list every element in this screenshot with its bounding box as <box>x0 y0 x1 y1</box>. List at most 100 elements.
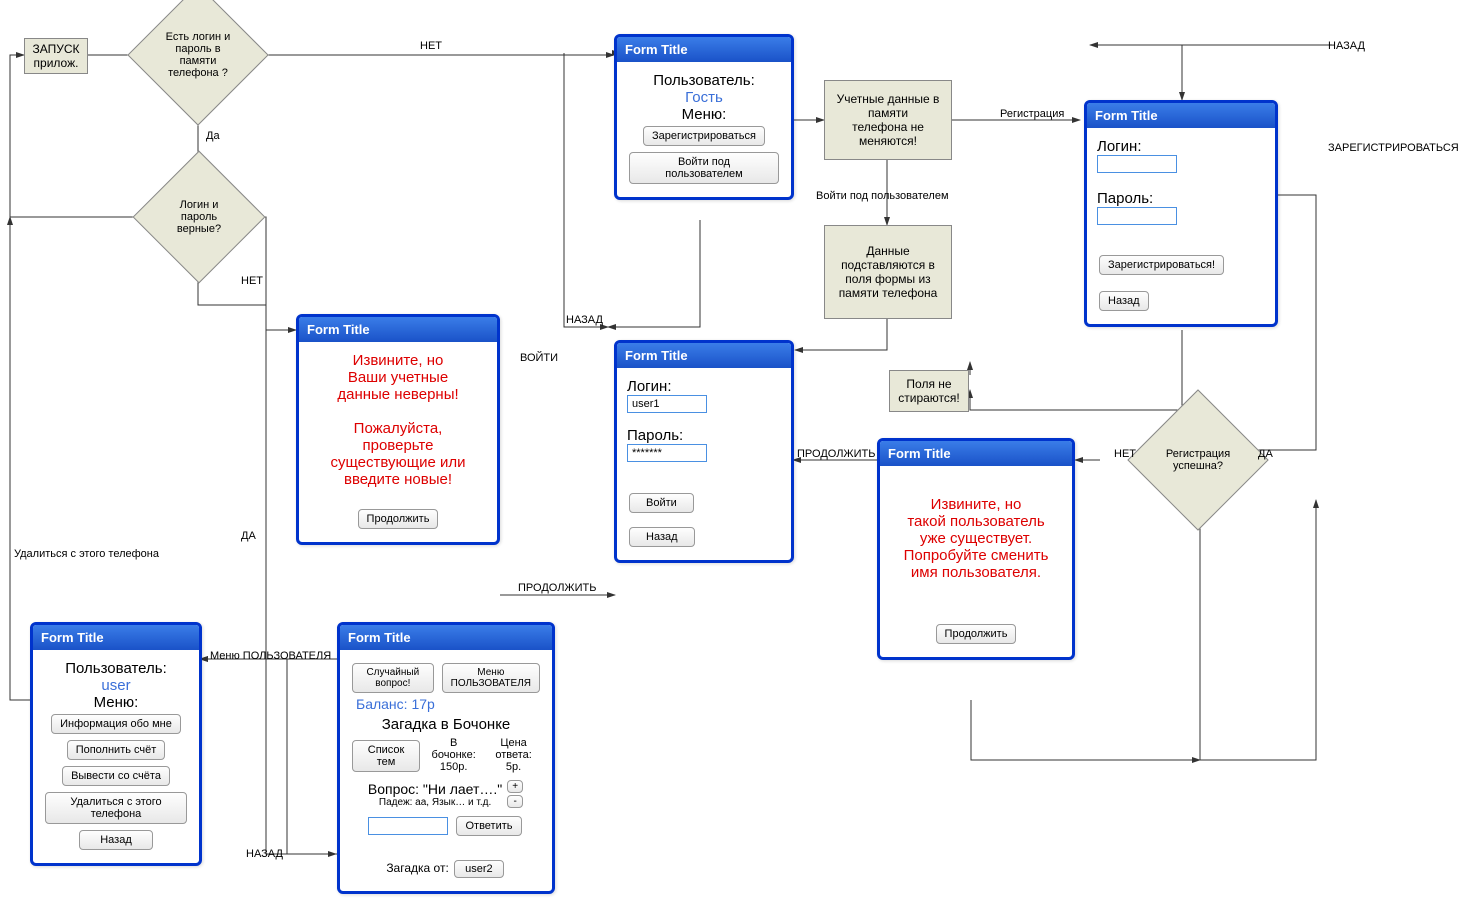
register-submit-button[interactable]: Зарегистрироваться! <box>1099 255 1224 275</box>
form-error-title: Form Title <box>299 317 497 342</box>
exists-l2: такой пользователь <box>890 513 1062 530</box>
login-back-button[interactable]: Назад <box>629 527 695 547</box>
usermenu-topup-button[interactable]: Пополнить счёт <box>67 740 166 760</box>
start-label: ЗАПУСК прилож. <box>32 42 79 70</box>
edge-menuuser: Меню ПОЛЬЗОВАТЕЛЯ <box>210 650 331 662</box>
edge-cont: ПРОДОЛЖИТЬ <box>518 582 596 594</box>
edge-yes3: ДА <box>1258 448 1273 460</box>
edge-enter: ВОЙТИ <box>520 352 558 364</box>
error-l3: данные неверны! <box>309 386 487 403</box>
usermenu-user-name: user <box>43 677 189 694</box>
edge-back2: НАЗАД <box>566 314 603 326</box>
edge-reg: Регистрация <box>1000 108 1064 120</box>
login-pass-input[interactable]: ******* <box>627 444 707 462</box>
exists-l3: уже существует. <box>890 530 1062 547</box>
exists-l4: Попробуйте сменить <box>890 547 1062 564</box>
usermenu-back-button[interactable]: Назад <box>79 830 153 850</box>
guest-menu-label: Меню: <box>627 106 781 123</box>
game-usermenu-button[interactable]: Меню ПОЛЬЗОВАТЕЛЯ <box>442 663 540 693</box>
edge-back3: НАЗАД <box>246 848 283 860</box>
login-pass-label: Пароль: <box>627 427 781 444</box>
game-random-button[interactable]: Случайный вопрос! <box>352 663 434 693</box>
register-login-input[interactable] <box>1097 155 1177 173</box>
form-register-title: Form Title <box>1087 103 1275 128</box>
game-plus-button[interactable]: + <box>507 780 523 793</box>
usermenu-user-label: Пользователь: <box>43 660 189 677</box>
form-exists-title: Form Title <box>880 441 1072 466</box>
edge-cont2: ПРОДОЛЖИТЬ <box>797 448 875 460</box>
game-answer-button[interactable]: Ответить <box>456 816 521 836</box>
game-hint: Падеж: аа, Язык… и т.д. <box>368 797 502 808</box>
register-login-label: Логин: <box>1097 138 1265 155</box>
game-themes-button[interactable]: Список тем <box>352 740 420 772</box>
form-login-title: Form Title <box>617 343 791 368</box>
error-l5: проверьте <box>309 437 487 454</box>
error-l6: существующие или <box>309 454 487 471</box>
guest-user-label: Пользователь: <box>627 72 781 89</box>
register-pass-input[interactable] <box>1097 207 1177 225</box>
form-game-title: Form Title <box>340 625 552 650</box>
login-login-label: Логин: <box>627 378 781 395</box>
note-memory: Учетные данные в памяти телефона не меня… <box>824 80 952 160</box>
login-submit-button[interactable]: Войти <box>629 493 694 513</box>
usermenu-menu-label: Меню: <box>43 694 189 711</box>
game-minus-button[interactable]: - <box>507 795 523 808</box>
form-guest-title: Form Title <box>617 37 791 62</box>
usermenu-withdraw-button[interactable]: Вывести со счёта <box>62 766 170 786</box>
game-answer-input[interactable] <box>368 817 448 835</box>
guest-user-name: Гость <box>627 89 781 106</box>
register-pass-label: Пароль: <box>1097 190 1265 207</box>
decision-credentials-valid: Логин и пароль верные? <box>152 170 246 264</box>
game-price-val: 5р. <box>485 761 542 773</box>
start-box: ЗАПУСК прилож. <box>24 38 88 74</box>
note-noclear-label: Поля не стираются! <box>898 377 959 405</box>
edge-yes1: Да <box>206 130 220 142</box>
error-l2: Ваши учетные <box>309 369 487 386</box>
form-exists: Form Title Извините, но такой пользовате… <box>877 438 1075 660</box>
edge-yes2: ДА <box>241 530 256 542</box>
note-fill-label: Данные подставляются в поля формы из пам… <box>839 244 938 300</box>
form-usermenu-title: Form Title <box>33 625 199 650</box>
d1-label: Есть логин и пароль в памяти телефона ? <box>166 31 231 79</box>
form-error: Form Title Извините, но Ваши учетные дан… <box>296 314 500 545</box>
game-pot-val: 150р. <box>430 761 477 773</box>
edge-back1: НАЗАД <box>1328 40 1365 52</box>
decision-has-credentials: Есть логин и пароль в памяти телефона ? <box>148 5 248 105</box>
game-riddle-title: Загадка в Бочонке <box>350 716 542 733</box>
note-memory-label: Учетные данные в памяти телефона не меня… <box>833 92 943 148</box>
form-game: Form Title Случайный вопрос! Меню ПОЛЬЗО… <box>337 622 555 894</box>
exists-l1: Извините, но <box>890 496 1062 513</box>
error-l7: введите новые! <box>309 471 487 488</box>
edge-no1: НЕТ <box>420 40 442 52</box>
game-question: Вопрос: "Ни лает…." <box>368 781 502 797</box>
note-fill: Данные подставляются в поля формы из пам… <box>824 225 952 319</box>
edge-delete: Удалиться с этого телефона <box>14 548 159 560</box>
form-user-menu: Form Title Пользователь: user Меню: Инфо… <box>30 622 202 866</box>
game-from-label: Загадка от: <box>386 861 448 875</box>
login-login-input[interactable]: user1 <box>627 395 707 413</box>
error-continue-button[interactable]: Продолжить <box>358 509 439 529</box>
note-noclear: Поля не стираются! <box>889 370 969 412</box>
game-balance: Баланс: 17р <box>350 696 542 712</box>
game-author-button[interactable]: user2 <box>454 860 504 878</box>
edge-no3: НЕТ <box>1114 448 1136 460</box>
usermenu-info-button[interactable]: Информация обо мне <box>51 714 181 734</box>
form-login: Form Title Логин: user1 Пароль: ******* … <box>614 340 794 563</box>
guest-login-button[interactable]: Войти под пользователем <box>629 152 779 184</box>
exists-l5: имя пользователя. <box>890 564 1062 581</box>
edge-signup: ЗАРЕГИСТРИРОВАТЬСЯ <box>1328 142 1459 154</box>
form-guest: Form Title Пользователь: Гость Меню: Зар… <box>614 34 794 200</box>
d3-label: Регистрация успешна? <box>1166 448 1230 472</box>
exists-continue-button[interactable]: Продолжить <box>936 624 1017 644</box>
game-pot-label: В бочонке: <box>430 737 477 761</box>
form-register: Form Title Логин: Пароль: Зарегистрирова… <box>1084 100 1278 327</box>
d2-label: Логин и пароль верные? <box>177 199 221 235</box>
error-l4: Пожалуйста, <box>309 420 487 437</box>
decision-registration-ok: Регистрация успешна? <box>1148 410 1248 510</box>
register-back-button[interactable]: Назад <box>1099 291 1149 311</box>
edge-loginas: Войти под пользователем <box>816 190 949 202</box>
usermenu-delete-button[interactable]: Удалиться с этого телефона <box>45 792 187 824</box>
guest-register-button[interactable]: Зарегистрироваться <box>643 126 765 146</box>
error-l1: Извините, но <box>309 352 487 369</box>
edge-no2: НЕТ <box>241 275 263 287</box>
